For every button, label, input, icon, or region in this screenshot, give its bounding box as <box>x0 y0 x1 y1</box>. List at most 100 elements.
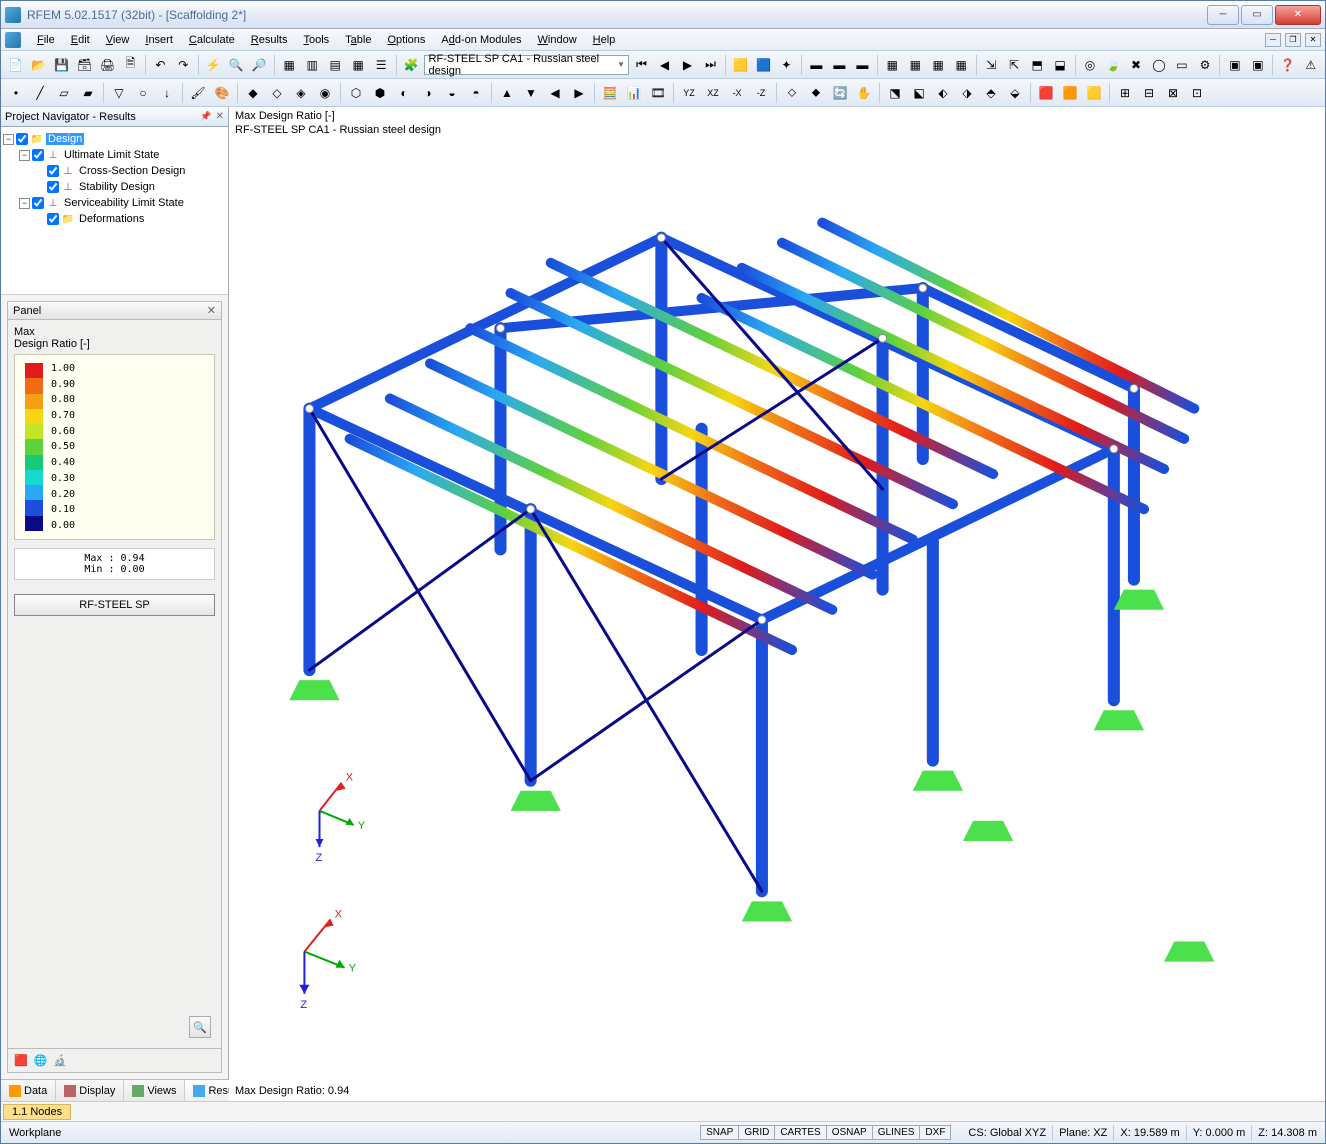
menu-edit[interactable]: Edit <box>63 32 98 48</box>
tree-label-stab[interactable]: Stability Design <box>77 181 157 193</box>
help-icon[interactable]: ❓ <box>1277 54 1298 76</box>
saveall-icon[interactable]: 🗃 <box>74 54 95 76</box>
tool-g-icon[interactable]: ◐ <box>393 82 415 104</box>
tree-toggle-sls[interactable]: − <box>19 198 30 209</box>
surface-icon[interactable]: ▱ <box>53 82 75 104</box>
result-icon[interactable]: 📊 <box>623 82 645 104</box>
share1-icon[interactable]: ⇲ <box>981 54 1002 76</box>
bar3-icon[interactable]: ▬ <box>852 54 873 76</box>
tab-data[interactable]: Data <box>1 1080 56 1101</box>
iso-icon[interactable]: ⬦ <box>781 82 803 104</box>
share2-icon[interactable]: ⇱ <box>1004 54 1025 76</box>
minimize-button[interactable]: ─ <box>1207 5 1239 25</box>
load-icon[interactable]: ↓ <box>156 82 178 104</box>
view2-icon[interactable]: 🟦 <box>753 54 774 76</box>
extra4-icon[interactable]: ⊡ <box>1186 82 1208 104</box>
tree-cb-stab[interactable] <box>47 181 59 193</box>
z-icon[interactable]: -Z <box>750 82 772 104</box>
preview-icon[interactable]: 🗎 <box>120 54 141 76</box>
win1-icon[interactable]: ▣ <box>1224 54 1245 76</box>
tree-cb-design[interactable] <box>16 133 28 145</box>
menu-calculate[interactable]: Calculate <box>181 32 243 48</box>
rf-steel-button[interactable]: RF-STEEL SP <box>14 594 215 616</box>
leaf-icon[interactable]: 🍃 <box>1103 54 1124 76</box>
extra3-icon[interactable]: ⊠ <box>1162 82 1184 104</box>
extra2-icon[interactable]: ⊟ <box>1138 82 1160 104</box>
tree-label-uls[interactable]: Ultimate Limit State <box>62 149 161 161</box>
snap-cartes[interactable]: CARTES <box>774 1125 826 1140</box>
tool-b-icon[interactable]: ◇ <box>266 82 288 104</box>
rotate-icon[interactable]: 🔄 <box>829 82 851 104</box>
tree-label-cross[interactable]: Cross-Section Design <box>77 165 187 177</box>
grid5-icon[interactable]: ▦ <box>928 54 949 76</box>
module-combo[interactable]: RF-STEEL SP CA1 - Russian steel design▼ <box>424 55 630 75</box>
new-icon[interactable]: 📄 <box>5 54 26 76</box>
solid-icon[interactable]: ▰ <box>77 82 99 104</box>
grid6-icon[interactable]: ▦ <box>951 54 972 76</box>
render3-icon[interactable]: 🟨 <box>1083 82 1105 104</box>
target-icon[interactable]: ◎ <box>1080 54 1101 76</box>
redo-icon[interactable]: ↷ <box>173 54 194 76</box>
anim-icon[interactable]: 🎞 <box>647 82 669 104</box>
tool-e-icon[interactable]: ⬡ <box>345 82 367 104</box>
render1-icon[interactable]: 🟥 <box>1035 82 1057 104</box>
win2-icon[interactable]: ▣ <box>1247 54 1268 76</box>
save-icon[interactable]: 💾 <box>51 54 72 76</box>
module-icon[interactable]: 🧩 <box>401 54 422 76</box>
misc3-icon[interactable]: ⬖ <box>932 82 954 104</box>
tree-toggle-root[interactable]: − <box>3 134 14 145</box>
tree-cb-sls[interactable] <box>32 197 44 209</box>
menu-help[interactable]: Help <box>585 32 624 48</box>
tool-c-icon[interactable]: ◈ <box>290 82 312 104</box>
tool-a-icon[interactable]: ◆ <box>242 82 264 104</box>
node-icon[interactable]: • <box>5 82 27 104</box>
next-icon[interactable]: ▶ <box>677 54 698 76</box>
render2-icon[interactable]: 🟧 <box>1059 82 1081 104</box>
tree-cb-cross[interactable] <box>47 165 59 177</box>
circle-tool-icon[interactable]: ◯ <box>1149 54 1170 76</box>
paint-icon[interactable]: 🖌 <box>187 82 209 104</box>
x-tool-icon[interactable]: ✖ <box>1126 54 1147 76</box>
calc-icon[interactable]: 🧮 <box>599 82 621 104</box>
tool-d-icon[interactable]: ◉ <box>314 82 336 104</box>
mdi-minimize[interactable]: ─ <box>1265 33 1281 47</box>
menu-addon[interactable]: Add-on Modules <box>433 32 529 48</box>
nodes-tab[interactable]: 1.1 Nodes <box>3 1104 71 1120</box>
first-icon[interactable]: ⏮ <box>631 54 652 76</box>
menu-view[interactable]: View <box>98 32 138 48</box>
maximize-button[interactable]: ▭ <box>1241 5 1273 25</box>
grid3-icon[interactable]: ▦ <box>882 54 903 76</box>
zoom-icon[interactable]: 🔎 <box>249 54 270 76</box>
menu-insert[interactable]: Insert <box>137 32 181 48</box>
snap-osnap[interactable]: OSNAP <box>826 1125 873 1140</box>
x-icon[interactable]: -X <box>726 82 748 104</box>
pin-icon[interactable]: 📌 <box>200 111 211 122</box>
misc4-icon[interactable]: ⬗ <box>956 82 978 104</box>
snap-grid[interactable]: GRID <box>738 1125 775 1140</box>
find-icon[interactable]: 🔍 <box>226 54 247 76</box>
menu-table[interactable]: Table <box>337 32 379 48</box>
tree-label-sls[interactable]: Serviceability Limit State <box>62 197 186 209</box>
globe-icon[interactable]: 🌐 <box>34 1054 48 1067</box>
tree-cb-def[interactable] <box>47 213 59 225</box>
xz-icon[interactable]: XZ <box>702 82 724 104</box>
misc6-icon[interactable]: ⬙ <box>1004 82 1026 104</box>
tree-label-design[interactable]: Design <box>46 133 84 145</box>
gear-icon[interactable]: ⚙ <box>1194 54 1215 76</box>
menu-results[interactable]: Results <box>243 32 296 48</box>
viewport[interactable]: Max Design Ratio [-] RF-STEEL SP CA1 - R… <box>229 107 1325 1101</box>
axes-icon[interactable]: ✦ <box>776 54 797 76</box>
snap-snap[interactable]: SNAP <box>700 1125 739 1140</box>
navigator-close-icon[interactable]: ✕ <box>216 111 224 122</box>
bar2-icon[interactable]: ▬ <box>829 54 850 76</box>
colorscale-icon[interactable]: 🟥 <box>14 1054 28 1067</box>
warn-icon[interactable]: ⚠ <box>1300 54 1321 76</box>
yz-icon[interactable]: YZ <box>678 82 700 104</box>
hinge-icon[interactable]: ○ <box>132 82 154 104</box>
cards-icon[interactable]: ▦ <box>279 54 300 76</box>
snap-glines[interactable]: GLINES <box>872 1125 921 1140</box>
snap-dxf[interactable]: DXF <box>919 1125 951 1140</box>
menu-options[interactable]: Options <box>379 32 433 48</box>
tool-l-icon[interactable]: ▼ <box>520 82 542 104</box>
misc5-icon[interactable]: ⬘ <box>980 82 1002 104</box>
